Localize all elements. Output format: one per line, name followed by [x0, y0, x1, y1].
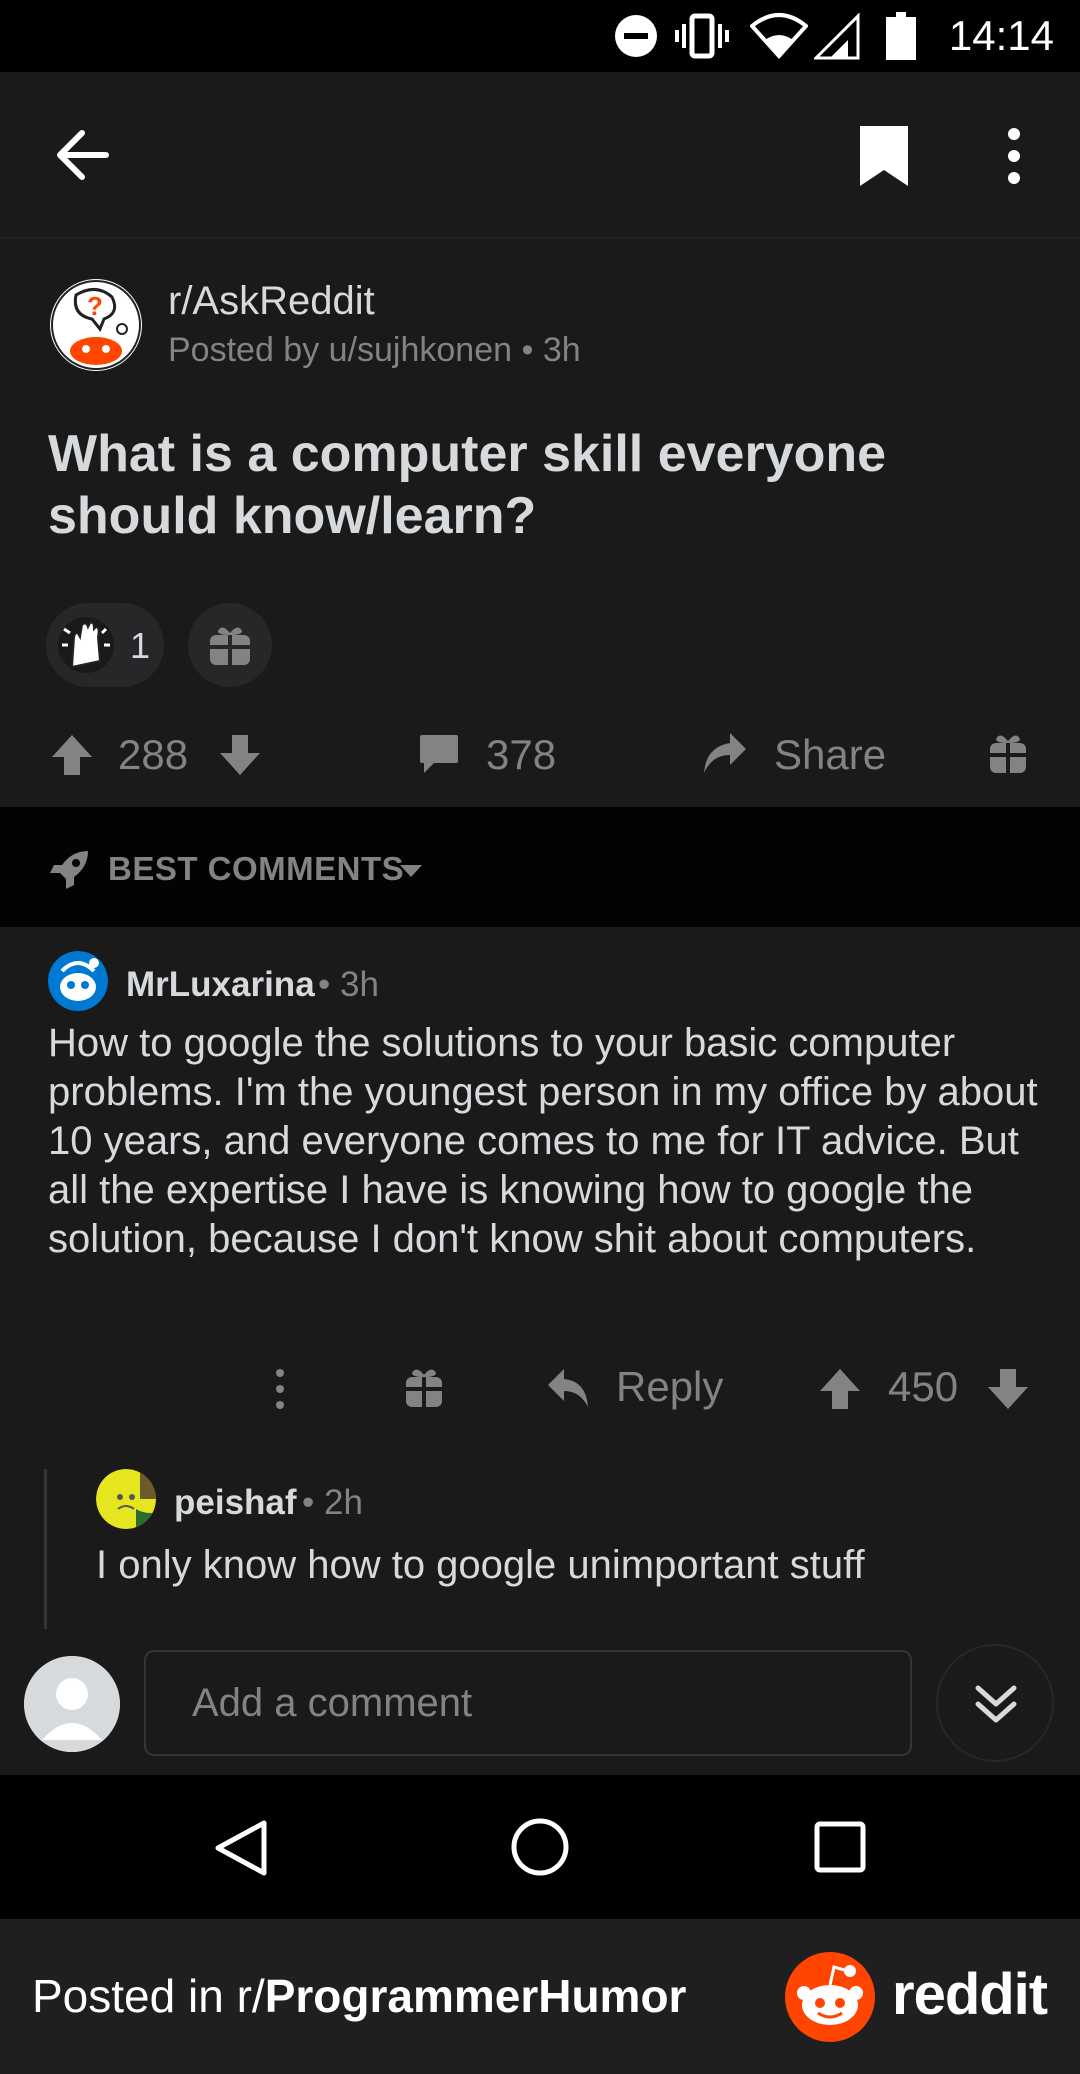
comment-age: 3h	[340, 965, 379, 1004]
nav-recents-icon[interactable]	[814, 1821, 866, 1873]
comment-score: 450	[888, 1363, 959, 1410]
upvote-icon[interactable]	[818, 1367, 862, 1411]
comment-age: 2h	[324, 1483, 363, 1522]
thread-line[interactable]	[44, 1469, 47, 1629]
post-action-row: 288 378 Share	[0, 709, 1080, 799]
award-badge[interactable]: 1	[46, 603, 164, 687]
share-label[interactable]: Share	[774, 731, 886, 779]
wifi-icon	[750, 13, 808, 59]
subreddit-avatar[interactable]: ?	[50, 279, 142, 371]
give-award-button[interactable]	[188, 603, 272, 687]
next-comment-button[interactable]	[936, 1644, 1054, 1762]
comment-body: How to google the solutions to your basi…	[48, 1021, 1038, 1261]
save-bookmark-icon[interactable]	[858, 124, 910, 188]
post-score: 288	[118, 731, 189, 778]
downvote-icon[interactable]	[986, 1367, 1030, 1411]
comment-icon[interactable]	[418, 733, 460, 777]
comment-author[interactable]: MrLuxarina	[126, 965, 315, 1005]
post-card: ? r/AskReddit Posted by u/sujhkonen • 3h…	[0, 239, 1080, 807]
comment-avatar[interactable]	[48, 951, 108, 1011]
gift-icon[interactable]	[404, 1367, 444, 1409]
subreddit-name[interactable]: r/AskReddit	[168, 279, 375, 324]
posted-in-prefix: Posted in r/	[32, 1970, 265, 2022]
battery-icon	[886, 12, 916, 60]
post-age: 3h	[542, 331, 581, 369]
reddit-logo-icon	[785, 1952, 875, 2042]
app-header	[0, 72, 1080, 239]
posted-in-subreddit: ProgrammerHumor	[264, 1970, 687, 2022]
comment-avatar[interactable]	[96, 1469, 156, 1529]
svg-text:?: ?	[87, 291, 103, 321]
comment-body: I only know how to google unimportant st…	[96, 1543, 865, 1587]
meta-separator: •	[521, 331, 543, 369]
nav-back-icon[interactable]	[214, 1819, 268, 1877]
signal-icon	[814, 12, 860, 60]
comment-count[interactable]: 378	[486, 731, 556, 779]
system-nav-bar	[0, 1775, 1080, 1919]
back-arrow-icon[interactable]	[54, 127, 110, 183]
reply-arrow-icon[interactable]	[546, 1367, 590, 1409]
comment-author[interactable]: peishaf	[174, 1483, 297, 1523]
current-user-avatar[interactable]	[24, 1656, 120, 1752]
more-options-icon[interactable]	[998, 124, 1030, 188]
post-title[interactable]: What is a computer skill everyone should…	[48, 423, 1008, 547]
status-time: 14:14	[948, 12, 1054, 59]
vibrate-icon	[675, 13, 729, 59]
share-footer: Posted in r/ProgrammerHumor reddit	[0, 1919, 1080, 2074]
user-silhouette-icon	[24, 1656, 120, 1752]
reddit-wordmark: reddit	[892, 1962, 1048, 2027]
share-icon[interactable]	[702, 731, 748, 777]
downvote-icon[interactable]	[218, 733, 262, 777]
snoo-avatar-icon	[48, 951, 108, 1011]
do-not-disturb-icon	[615, 15, 657, 57]
comment-meta-separator: •	[302, 1483, 315, 1522]
facepalm-award-icon	[58, 617, 114, 673]
rocket-icon	[50, 851, 88, 889]
double-chevron-down-icon	[975, 1685, 1017, 1723]
sort-label[interactable]: BEST COMMENTS	[108, 850, 404, 888]
comment-more-icon[interactable]	[268, 1367, 292, 1411]
post-meta: Posted by u/sujhkonen • 3h	[168, 331, 581, 370]
comment-sort-bar[interactable]: BEST COMMENTS	[0, 807, 1080, 927]
status-bar: 14:14	[0, 0, 1080, 72]
chevron-down-icon[interactable]	[398, 863, 424, 879]
gift-icon[interactable]	[988, 733, 1028, 775]
askreddit-icon: ?	[51, 280, 141, 370]
comment-composer	[0, 1632, 1080, 1775]
posted-in-text: Posted in r/ProgrammerHumor	[32, 1969, 686, 2023]
add-comment-input[interactable]	[144, 1650, 912, 1756]
comment-meta-separator: •	[318, 965, 331, 1004]
user-avatar-icon	[96, 1469, 156, 1529]
gift-icon	[210, 627, 250, 665]
post-author[interactable]: Posted by u/sujhkonen	[168, 331, 512, 369]
upvote-icon[interactable]	[50, 733, 94, 777]
reply-button[interactable]: Reply	[616, 1363, 723, 1411]
nav-home-icon[interactable]	[510, 1817, 570, 1877]
award-count: 1	[130, 625, 151, 666]
